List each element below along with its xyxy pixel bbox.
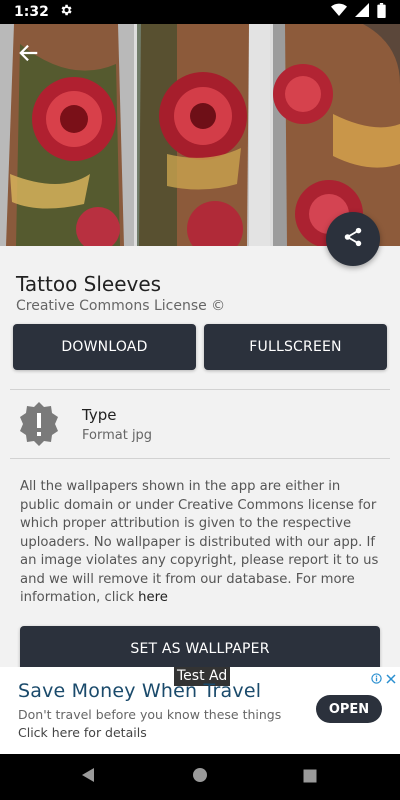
divider — [10, 458, 390, 459]
wallpaper-preview[interactable] — [0, 24, 400, 246]
nav-recents-button[interactable] — [280, 754, 340, 800]
license-text: Creative Commons License © — [16, 298, 226, 314]
wallpaper-title: Tattoo Sleeves — [16, 272, 162, 296]
signal-icon — [355, 3, 369, 21]
ad-cta[interactable]: Click here for details — [18, 725, 147, 740]
share-icon — [342, 226, 364, 252]
format-value: Format jpg — [82, 428, 153, 443]
download-button[interactable]: DOWNLOAD — [13, 324, 196, 370]
gear-icon — [59, 3, 73, 21]
alert-badge-icon — [16, 401, 62, 447]
wifi-icon — [331, 3, 347, 21]
triangle-back-icon — [81, 767, 95, 787]
fullscreen-label: FULLSCREEN — [249, 339, 342, 355]
back-button[interactable] — [14, 40, 44, 70]
battery-icon — [377, 2, 386, 22]
more-info-link[interactable]: here — [138, 590, 168, 605]
arrow-back-icon — [18, 42, 40, 68]
ad-description: Don't travel before you know these thing… — [18, 707, 282, 722]
system-navigation-bar — [0, 754, 400, 800]
ad-close-icon[interactable] — [386, 669, 396, 688]
download-label: DOWNLOAD — [61, 339, 148, 355]
set-wallpaper-button[interactable]: SET AS WALLPAPER — [20, 626, 380, 672]
ad-info-icon[interactable] — [371, 669, 382, 688]
ad-open-button[interactable]: OPEN — [316, 695, 382, 723]
nav-home-button[interactable] — [170, 754, 230, 800]
set-wallpaper-label: SET AS WALLPAPER — [130, 641, 270, 657]
disclaimer-body: All the wallpapers shown in the app are … — [20, 479, 379, 605]
circle-home-icon — [192, 767, 208, 787]
status-time: 1:32 — [14, 4, 49, 20]
square-recents-icon — [303, 768, 317, 787]
ad-headline[interactable]: Save Money When Travel — [18, 680, 261, 702]
share-button[interactable] — [326, 212, 380, 266]
fullscreen-button[interactable]: FULLSCREEN — [204, 324, 387, 370]
nav-back-button[interactable] — [58, 754, 118, 800]
preview-panel — [137, 24, 270, 246]
status-bar: 1:32 — [0, 0, 400, 24]
preview-panel — [273, 24, 400, 246]
ad-choices[interactable] — [371, 669, 396, 688]
disclaimer-text: All the wallpapers shown in the app are … — [20, 478, 380, 608]
divider — [10, 389, 390, 390]
ad-open-label: OPEN — [328, 701, 370, 717]
type-label: Type — [82, 406, 117, 424]
